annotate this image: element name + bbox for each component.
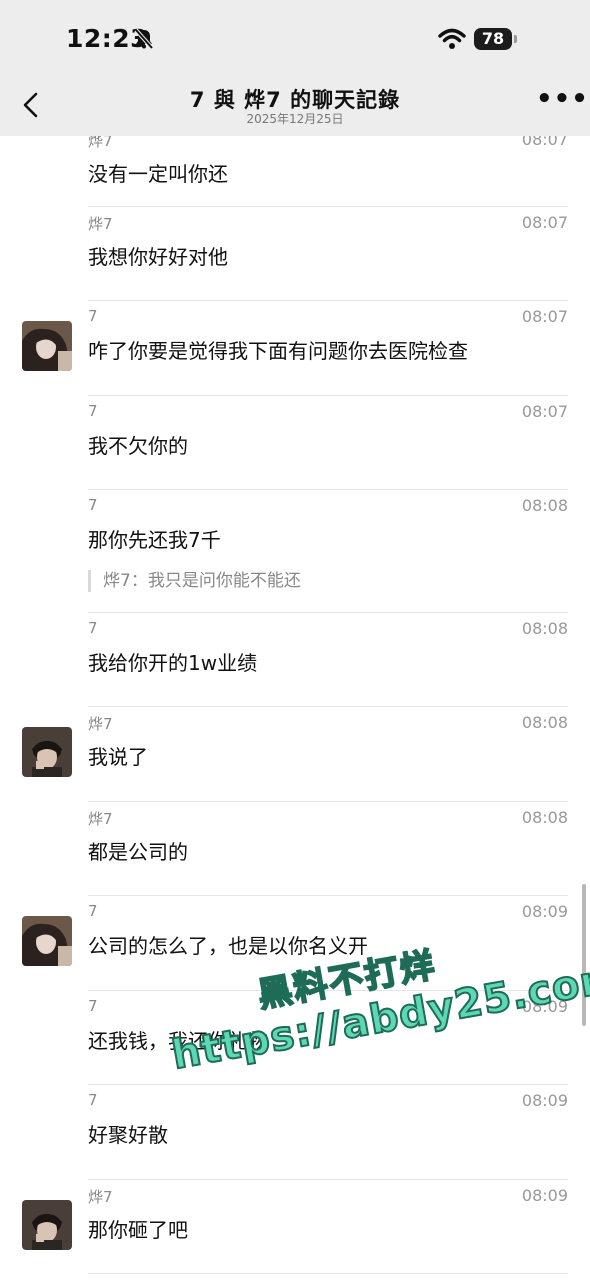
message-row[interactable]: 7 08:07 咋了你要是觉得我下面有问题你去医院检查	[22, 301, 568, 396]
message-text: 还我钱，我还你礼物	[88, 1029, 268, 1053]
message-row[interactable]: 烨7 08:07 没有一定叫你还	[88, 136, 568, 207]
status-bar: 12:23 78	[0, 0, 590, 80]
woman-avatar[interactable]	[22, 321, 72, 371]
message-sender: 烨7	[88, 215, 113, 233]
woman-avatar[interactable]	[22, 916, 72, 966]
message-sender: 7	[88, 619, 98, 637]
message-sender: 烨7	[88, 136, 113, 150]
message-row[interactable]: 7 08:07 我不欠你的	[88, 396, 568, 490]
scrollbar[interactable]	[582, 884, 586, 1026]
message-text: 我想你好好对他	[88, 245, 228, 269]
message-time: 08:09	[521, 1091, 568, 1110]
message-time: 08:08	[521, 619, 568, 638]
message-time: 08:08	[521, 496, 568, 515]
more-options-icon[interactable]: •••	[536, 86, 588, 116]
message-list[interactable]: 烨7 08:07 没有一定叫你还 烨7 08:07 我想你好好对他 7 08:07 咋了你要是觉…	[0, 136, 590, 1280]
message-text: 都是公司的	[88, 840, 188, 864]
message-sender: 7	[88, 307, 98, 325]
message-row[interactable]: 7 08:09 还我钱，我还你礼物	[88, 991, 568, 1085]
message-time: 08:07	[521, 307, 568, 326]
chat-date: 2025年12月25日	[246, 112, 344, 126]
message-time: 08:07	[521, 402, 568, 421]
message-text: 那你砸了吧	[88, 1218, 188, 1242]
bell-muted-icon	[134, 28, 154, 50]
quoted-message[interactable]: 烨7：我只是问你能不能还	[88, 570, 301, 592]
message-time: 08:09	[521, 1186, 568, 1205]
message-row[interactable]: 烨7 08:08 我说了	[22, 707, 568, 802]
message-sender: 7	[88, 997, 98, 1015]
man-avatar[interactable]	[22, 1200, 72, 1250]
message-row[interactable]: 7 08:08 那你先还我7千烨7：我只是问你能不能还	[88, 490, 568, 613]
message-row[interactable]: 7 08:08 我给你开的1w业绩	[88, 613, 568, 707]
message-time: 08:07	[521, 136, 568, 149]
message-sender: 烨7	[88, 715, 113, 733]
message-row[interactable]: 7 08:09 公司的怎么了，也是以你名义开	[22, 896, 568, 991]
nav-bar: 7 與 烨7 的聊天記錄 2025年12月25日 •••	[0, 80, 590, 136]
message-sender: 烨7	[88, 810, 113, 828]
man-avatar[interactable]	[22, 727, 72, 777]
message-text: 那你先还我7千	[88, 528, 221, 552]
message-sender: 7	[88, 1091, 98, 1109]
message-time: 08:09	[521, 902, 568, 921]
battery-icon: 78	[474, 28, 512, 50]
message-text: 好聚好散	[88, 1123, 168, 1147]
message-sender: 7	[88, 902, 98, 920]
message-time: 08:08	[521, 808, 568, 827]
wifi-icon	[438, 28, 466, 49]
message-row[interactable]: 烨7 08:07 我想你好好对他	[88, 207, 568, 301]
message-text: 我给你开的1w业绩	[88, 651, 258, 675]
message-sender: 7	[88, 496, 98, 514]
message-text: 我说了	[88, 745, 148, 769]
message-time: 08:08	[521, 713, 568, 732]
message-time: 08:09	[521, 997, 568, 1016]
message-text: 没有一定叫你还	[88, 162, 228, 186]
message-sender: 烨7	[88, 1188, 113, 1206]
message-row[interactable]: 烨7 08:09 那你砸了吧	[22, 1180, 568, 1274]
message-text: 咋了你要是觉得我下面有问题你去医院检查	[88, 339, 468, 363]
message-row[interactable]: 7 08:09 好聚好散	[88, 1085, 568, 1180]
message-time: 08:07	[521, 213, 568, 232]
message-text: 我不欠你的	[88, 434, 188, 458]
battery-cap	[514, 35, 517, 43]
message-row[interactable]: 烨7 08:08 都是公司的	[88, 802, 568, 896]
message-sender: 7	[88, 402, 98, 420]
message-text: 公司的怎么了，也是以你名义开	[88, 934, 368, 958]
